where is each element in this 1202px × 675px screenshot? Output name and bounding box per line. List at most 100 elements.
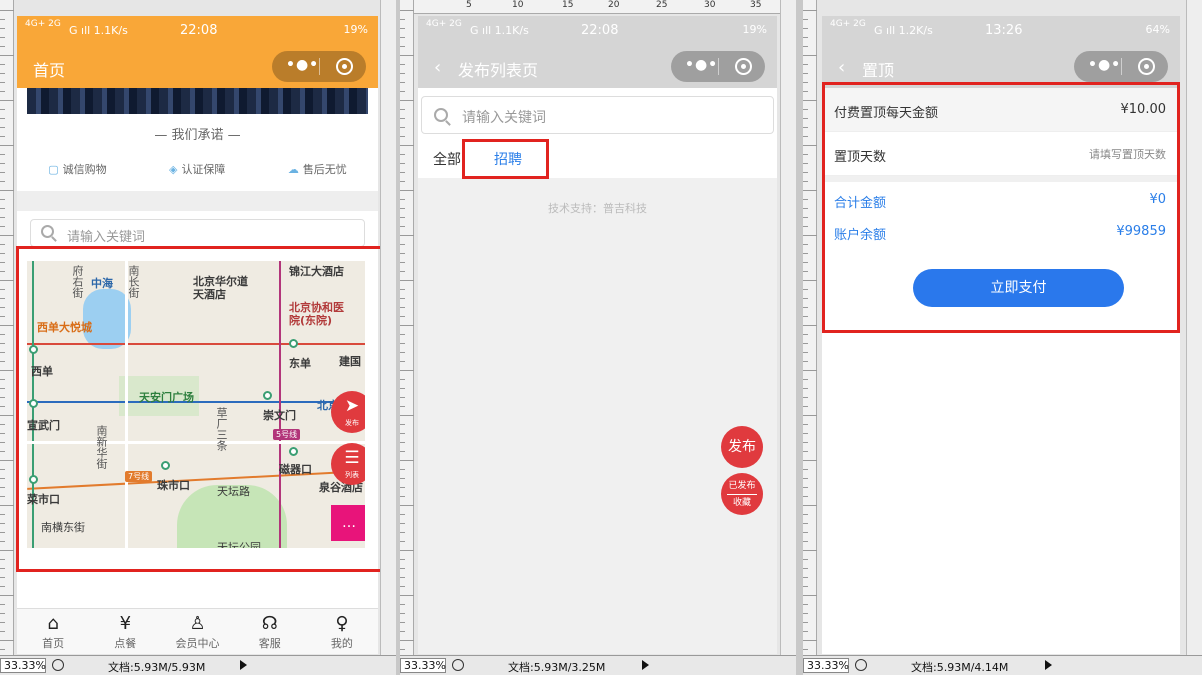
ruler-mark bbox=[803, 532, 808, 533]
document-info: 文档:5.93M/3.25M bbox=[508, 661, 606, 674]
ruler-mark bbox=[0, 235, 14, 236]
ruler-mark bbox=[803, 478, 808, 479]
published-favorite-fab[interactable]: 已发布 收藏 bbox=[721, 473, 763, 515]
miniprogram-capsule: •●• bbox=[1074, 51, 1168, 82]
close-icon[interactable] bbox=[336, 58, 353, 75]
close-icon[interactable] bbox=[1138, 58, 1155, 75]
ruler-mark bbox=[0, 226, 5, 227]
more-icon[interactable]: •●• bbox=[286, 57, 319, 73]
nav-bar: ‹ 发布列表页 •●• bbox=[418, 46, 777, 88]
tab-bar: ⌂ 首页 ¥ 点餐 ♙ 会员中心 ☊ 客服 ♀ 我的 bbox=[17, 608, 378, 654]
ruler-mark bbox=[803, 460, 817, 461]
ruler-mark bbox=[803, 37, 808, 38]
ruler-mark bbox=[400, 514, 405, 515]
ruler-mark bbox=[0, 109, 5, 110]
ruler-mark bbox=[400, 127, 405, 128]
back-icon[interactable]: ‹ bbox=[434, 57, 441, 78]
ruler-mark bbox=[0, 649, 5, 650]
ruler-mark bbox=[0, 613, 5, 614]
info-icon[interactable] bbox=[452, 659, 464, 671]
editor-status-bar: 33.33% 文档:5.93M/3.25M bbox=[400, 655, 796, 675]
ruler-mark bbox=[0, 190, 14, 191]
miniprogram-capsule: •●• bbox=[671, 51, 765, 82]
ruler-mark bbox=[400, 649, 405, 650]
network-speed: G ıll 1.2K/s bbox=[874, 24, 933, 37]
ruler-mark bbox=[803, 145, 817, 146]
ruler-mark bbox=[0, 415, 14, 416]
more-icon[interactable]: •●• bbox=[1088, 57, 1121, 73]
ruler-mark bbox=[400, 352, 405, 353]
ruler-mark bbox=[803, 289, 808, 290]
ruler-mark bbox=[400, 550, 414, 551]
close-icon[interactable] bbox=[735, 58, 752, 75]
ruler-mark bbox=[0, 550, 14, 551]
ruler-mark bbox=[0, 253, 5, 254]
tab-order[interactable]: ¥ 点餐 bbox=[89, 609, 161, 654]
vertical-scrollbar[interactable] bbox=[1186, 0, 1202, 655]
ruler-mark bbox=[803, 343, 808, 344]
ruler-mark bbox=[803, 649, 808, 650]
ruler-mark bbox=[803, 415, 817, 416]
ruler-mark bbox=[400, 568, 405, 569]
ruler-mark bbox=[803, 586, 808, 587]
pane-publish-list: 5 10 15 20 25 30 35 4G+ 2G G ıll 1.1K/s … bbox=[400, 0, 796, 675]
ruler-mark bbox=[803, 604, 808, 605]
ruler-mark bbox=[0, 496, 5, 497]
ruler-mark bbox=[0, 28, 5, 29]
ruler-mark bbox=[0, 136, 5, 137]
publish-fab[interactable]: 发布 bbox=[721, 426, 763, 468]
ruler-mark bbox=[803, 397, 808, 398]
ruler-mark bbox=[0, 316, 5, 317]
status-bar: 4G+ 2G G ıll 1.2K/s 13:26 64% bbox=[822, 16, 1180, 46]
ruler-mark bbox=[0, 244, 5, 245]
guarantee-item: ◈ 认证保障 bbox=[168, 163, 226, 176]
ruler-mark bbox=[803, 91, 808, 92]
ruler-mark bbox=[803, 505, 817, 506]
more-icon[interactable]: •●• bbox=[685, 57, 718, 73]
tab-home[interactable]: ⌂ 首页 bbox=[17, 609, 89, 654]
ruler-mark bbox=[0, 640, 14, 641]
ruler-mark bbox=[803, 100, 817, 101]
status-time: 22:08 bbox=[581, 23, 619, 38]
tab-member[interactable]: ♙ 会员中心 bbox=[161, 609, 233, 654]
member-icon: ♙ bbox=[189, 613, 206, 634]
zoom-field[interactable]: 33.33% bbox=[0, 658, 46, 673]
ruler-mark bbox=[400, 73, 405, 74]
tab-mine[interactable]: ♀ 我的 bbox=[306, 609, 378, 654]
info-icon[interactable] bbox=[52, 659, 64, 671]
ruler-mark bbox=[0, 559, 5, 560]
vertical-scrollbar[interactable] bbox=[380, 0, 396, 655]
user-icon: ♀ bbox=[335, 613, 349, 634]
tab-all[interactable]: 全部 bbox=[433, 149, 461, 169]
ruler-mark bbox=[803, 118, 808, 119]
home-icon: ⌂ bbox=[47, 613, 59, 634]
ruler-mark bbox=[400, 37, 405, 38]
ruler-mark bbox=[803, 424, 808, 425]
zoom-field[interactable]: 33.33% bbox=[400, 658, 446, 673]
play-arrow-icon[interactable] bbox=[642, 660, 649, 670]
ruler-mark bbox=[400, 424, 405, 425]
vertical-scrollbar[interactable] bbox=[780, 0, 796, 655]
ruler-mark bbox=[0, 433, 5, 434]
ruler-mark bbox=[400, 199, 405, 200]
fab-published-label: 已发布 bbox=[728, 481, 756, 491]
search-input[interactable]: 请输入关键词 bbox=[421, 96, 774, 134]
ruler-mark bbox=[400, 19, 405, 20]
zoom-field[interactable]: 33.33% bbox=[803, 658, 849, 673]
search-icon bbox=[434, 108, 448, 122]
ruler-mark bbox=[803, 217, 808, 218]
search-input[interactable]: 请输入关键词 bbox=[30, 219, 365, 247]
ruler-mark bbox=[400, 289, 405, 290]
info-icon[interactable] bbox=[855, 659, 867, 671]
back-icon[interactable]: ‹ bbox=[838, 57, 845, 78]
ruler-mark bbox=[0, 37, 5, 38]
ruler-mark bbox=[400, 235, 414, 236]
ruler-mark bbox=[803, 361, 808, 362]
ruler-mark bbox=[803, 496, 808, 497]
play-arrow-icon[interactable] bbox=[240, 660, 247, 670]
tab-service[interactable]: ☊ 客服 bbox=[234, 609, 306, 654]
ruler-mark bbox=[803, 253, 808, 254]
play-arrow-icon[interactable] bbox=[1045, 660, 1052, 670]
horizontal-ruler: 5 10 15 20 25 30 35 bbox=[414, 0, 796, 14]
ruler-mark bbox=[803, 613, 808, 614]
